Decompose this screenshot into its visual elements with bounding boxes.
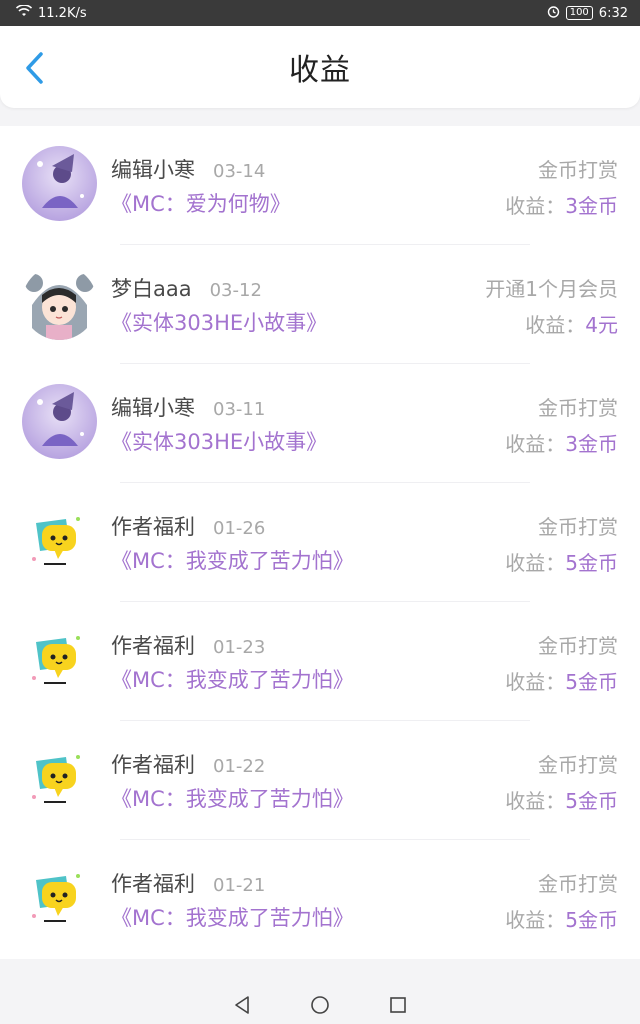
user-name: 作者福利	[111, 753, 195, 777]
chat-bubble-avatar	[22, 741, 97, 816]
earning-label: 收益：	[505, 789, 566, 813]
nav-home-button[interactable]	[309, 994, 331, 1016]
income-type: 金币打赏	[538, 872, 618, 896]
income-row[interactable]: 作者福利 01-21 《MC：我变成了苦力怕》 金币打赏 收益：5金币	[0, 840, 640, 959]
earning-label: 收益：	[505, 432, 566, 456]
nav-back-button[interactable]	[231, 994, 253, 1016]
back-arrow-icon	[26, 52, 43, 84]
date: 03-12	[209, 280, 262, 301]
chat-bubble-avatar	[22, 622, 97, 697]
income-type: 金币打赏	[538, 515, 618, 539]
triangle-back-icon	[235, 995, 249, 1014]
earning: 收益：5金币	[505, 904, 618, 933]
koala-hood-girl-avatar	[22, 265, 97, 340]
header: 收益	[0, 26, 640, 108]
income-row[interactable]: 作者福利 01-26 《MC：我变成了苦力怕》 金币打赏 收益：5金币	[0, 483, 640, 602]
earning-amount: 3金币	[565, 432, 618, 456]
earning: 收益：3金币	[505, 190, 618, 219]
income-type: 金币打赏	[538, 753, 618, 777]
earning: 收益：5金币	[505, 666, 618, 695]
book-title: 《实体303HE小故事》	[111, 311, 328, 335]
income-row[interactable]: 作者福利 01-23 《MC：我变成了苦力怕》 金币打赏 收益：5金币	[0, 602, 640, 721]
earning: 收益：3金币	[505, 428, 618, 457]
earning-amount: 5金币	[565, 908, 618, 932]
anime-girl-purple-avatar	[22, 384, 97, 459]
earning: 收益：5金币	[505, 785, 618, 814]
date: 03-11	[213, 399, 266, 420]
income-type: 金币打赏	[538, 396, 618, 420]
alarm-icon	[547, 5, 560, 22]
earning-amount: 4元	[585, 313, 618, 337]
user-name: 编辑小寒	[111, 158, 195, 182]
earning: 收益：5金币	[505, 547, 618, 576]
earning-label: 收益：	[505, 670, 566, 694]
income-type: 金币打赏	[538, 634, 618, 658]
anime-girl-purple-avatar	[22, 146, 97, 221]
book-title: 《MC：我变成了苦力怕》	[111, 787, 354, 811]
user-name: 梦白aaa	[111, 277, 192, 301]
earning-label: 收益：	[525, 313, 586, 337]
chat-bubble-avatar	[22, 503, 97, 578]
income-row[interactable]: 编辑小寒 03-14 《MC：爱为何物》 金币打赏 收益：3金币	[0, 126, 640, 245]
status-bar: 11.2K/s 100 6:32	[0, 0, 640, 26]
earning-amount: 5金币	[565, 789, 618, 813]
wifi-icon	[15, 4, 33, 21]
earning-label: 收益：	[505, 194, 566, 218]
square-recents-icon	[390, 996, 406, 1013]
book-title: 《MC：我变成了苦力怕》	[111, 906, 354, 930]
battery-icon: 100	[565, 6, 593, 20]
book-title: 《MC：我变成了苦力怕》	[111, 549, 354, 573]
date: 01-26	[213, 518, 266, 539]
income-type: 金币打赏	[538, 158, 618, 182]
user-name: 编辑小寒	[111, 396, 195, 420]
income-row[interactable]: 编辑小寒 03-11 《实体303HE小故事》 金币打赏 收益：3金币	[0, 364, 640, 483]
earning-amount: 3金币	[565, 194, 618, 218]
back-button[interactable]	[16, 48, 52, 88]
book-title: 《MC：我变成了苦力怕》	[111, 668, 354, 692]
earning-amount: 5金币	[565, 551, 618, 575]
date: 01-21	[213, 875, 266, 896]
nav-recents-button[interactable]	[387, 994, 409, 1016]
user-name: 作者福利	[111, 634, 195, 658]
income-list: 编辑小寒 03-14 《MC：爱为何物》 金币打赏 收益：3金币 梦白aaa 03-…	[0, 126, 640, 959]
system-nav-bar	[0, 985, 640, 1024]
book-title: 《MC：爱为何物》	[111, 192, 291, 216]
date: 03-14	[213, 161, 266, 182]
date: 01-22	[213, 756, 266, 777]
clock: 6:32	[598, 5, 628, 21]
income-row[interactable]: 作者福利 01-22 《MC：我变成了苦力怕》 金币打赏 收益：5金币	[0, 721, 640, 840]
date: 01-23	[213, 637, 266, 658]
earning: 收益：4元	[525, 309, 618, 338]
network-speed: 11.2K/s	[38, 5, 87, 21]
earning-amount: 5金币	[565, 670, 618, 694]
earning-label: 收益：	[505, 908, 566, 932]
income-type: 开通1个月会员	[485, 277, 618, 301]
user-name: 作者福利	[111, 515, 195, 539]
page-title: 收益	[289, 53, 351, 88]
user-name: 作者福利	[111, 872, 195, 896]
circle-home-icon	[311, 995, 329, 1014]
earning-label: 收益：	[505, 551, 566, 575]
income-row[interactable]: 梦白aaa 03-12 《实体303HE小故事》 开通1个月会员 收益：4元	[0, 245, 640, 364]
book-title: 《实体303HE小故事》	[111, 430, 328, 454]
chat-bubble-avatar	[22, 860, 97, 935]
